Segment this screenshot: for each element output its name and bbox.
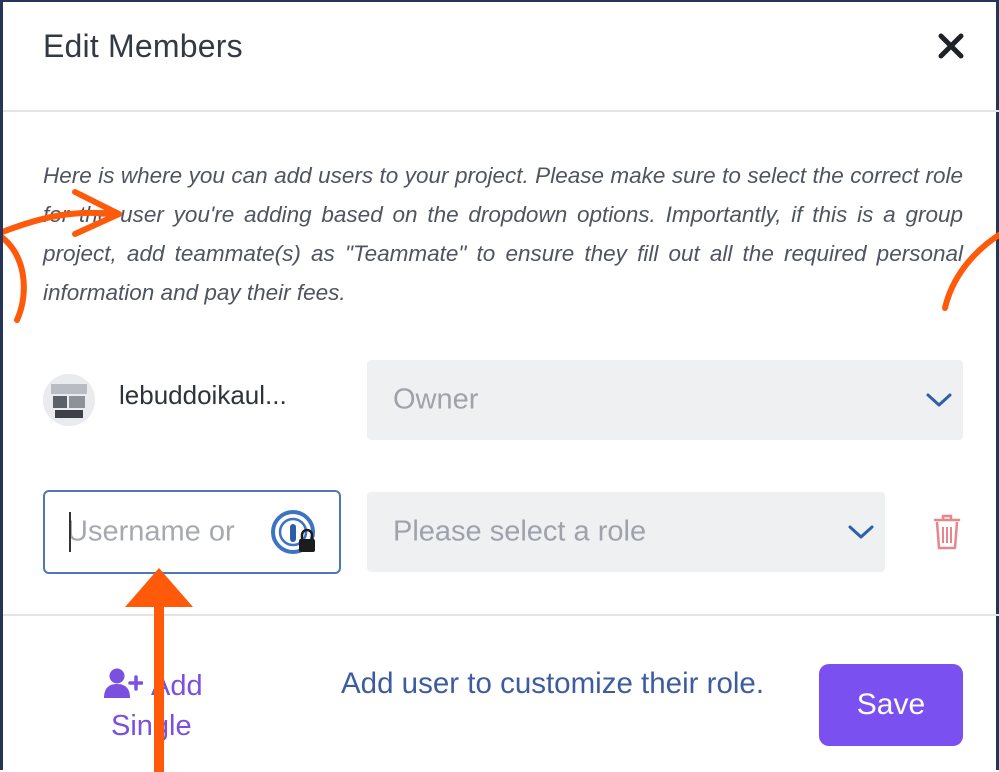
member-username: lebuddoikaul... — [119, 380, 287, 410]
user-plus-icon — [104, 668, 143, 698]
intro-text: Here is where you can add users to your … — [43, 163, 963, 305]
close-icon[interactable] — [935, 30, 967, 62]
role-placeholder: Please select a role — [393, 515, 647, 548]
footer-hint: Add user to customize their role. — [341, 667, 765, 700]
edit-members-modal: Edit Members Here is where you can add u… — [0, 0, 999, 772]
avatar-image-icon — [43, 374, 95, 426]
trash-icon[interactable] — [931, 512, 963, 552]
modal-header: Edit Members — [3, 2, 999, 112]
add-single-label-line2: Single — [111, 710, 192, 742]
username-field[interactable] — [43, 490, 341, 574]
owner-role-select[interactable]: Owner — [367, 360, 963, 440]
role-select[interactable]: Please select a role — [367, 492, 885, 572]
save-button[interactable]: Save — [819, 664, 963, 746]
password-manager-icon[interactable] — [269, 506, 323, 560]
add-single-label-line1: Add — [151, 670, 203, 702]
add-single-button[interactable]: Add Single — [103, 666, 263, 746]
username-input[interactable] — [67, 515, 267, 549]
chevron-down-icon — [848, 525, 874, 539]
chevron-down-icon — [926, 393, 952, 407]
modal-title: Edit Members — [43, 28, 243, 64]
text-caret — [69, 512, 71, 552]
footer-divider — [3, 614, 999, 616]
owner-role-value: Owner — [393, 383, 479, 416]
avatar — [43, 374, 95, 426]
